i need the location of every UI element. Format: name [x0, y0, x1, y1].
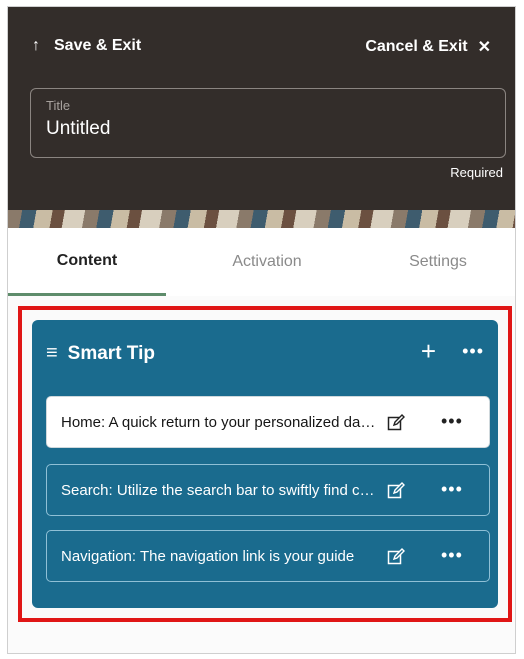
list-item-text: Home: A quick return to your personalize… [61, 413, 379, 431]
save-exit-label: Save & Exit [54, 37, 142, 54]
required-hint: Required [450, 165, 503, 180]
tab-bar: Content Activation Settings [8, 228, 515, 296]
arrow-up-icon: ↑ [32, 37, 40, 54]
list-item[interactable]: Home: A quick return to your personalize… [46, 396, 490, 448]
header-pattern-banner [8, 210, 515, 228]
edit-icon[interactable] [387, 482, 405, 500]
title-field[interactable]: Title [30, 88, 506, 158]
editor-window: ↑ Save & Exit Cancel & Exit ✕ Title Requ… [7, 6, 516, 654]
header: ↑ Save & Exit Cancel & Exit ✕ Title Requ… [8, 7, 515, 210]
plus-icon[interactable]: + [421, 338, 436, 364]
panel-title: Smart Tip [67, 342, 155, 364]
ellipsis-icon[interactable]: ••• [441, 479, 463, 500]
list-item-text: Search: Utilize the search bar to swiftl… [61, 481, 379, 499]
save-exit-button[interactable]: ↑ Save & Exit [32, 37, 141, 55]
list-item-text: Navigation: The navigation link is your … [61, 547, 355, 565]
ellipsis-icon[interactable]: ••• [441, 411, 463, 432]
tab-activation[interactable]: Activation [188, 228, 346, 296]
highlight-box: ≡ Smart Tip + ••• Home: A quick return t… [18, 306, 512, 622]
edit-icon[interactable] [387, 548, 405, 566]
panel-header: ≡ Smart Tip [46, 342, 155, 365]
ellipsis-icon[interactable]: ••• [441, 545, 463, 566]
edit-icon[interactable] [387, 414, 405, 432]
cancel-exit-button[interactable]: Cancel & Exit ✕ [365, 37, 491, 57]
title-input[interactable] [46, 118, 486, 140]
top-bar: ↑ Save & Exit Cancel & Exit ✕ [8, 37, 515, 61]
list-item[interactable]: Navigation: The navigation link is your … [46, 530, 490, 582]
list-item[interactable]: Search: Utilize the search bar to swiftl… [46, 464, 490, 516]
ellipsis-icon[interactable]: ••• [462, 341, 484, 362]
close-icon: ✕ [477, 39, 491, 56]
cancel-exit-label: Cancel & Exit [365, 38, 468, 55]
panel-actions: + ••• [421, 338, 484, 364]
smart-tip-panel: ≡ Smart Tip + ••• Home: A quick return t… [32, 320, 498, 608]
hamburger-icon[interactable]: ≡ [46, 342, 58, 365]
tab-settings[interactable]: Settings [368, 228, 508, 296]
title-label: Title [46, 98, 71, 113]
tab-content[interactable]: Content [8, 228, 166, 296]
